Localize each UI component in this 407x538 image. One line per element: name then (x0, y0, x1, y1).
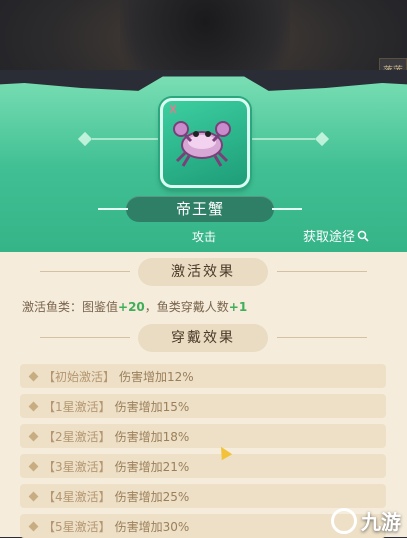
effect-row-tag: 【1星激活】 (43, 399, 111, 414)
activation-effect-title: 激活效果 (138, 258, 268, 286)
activation-stat-line: 激活鱼类：图鉴值+20，鱼类穿戴人数+1 (22, 298, 247, 315)
effect-row-desc: 伤害增加25% (114, 489, 190, 504)
effect-row-tag: 【3星激活】 (43, 459, 111, 474)
effect-row-desc: 伤害增加15% (114, 399, 190, 414)
divider-right (277, 271, 367, 272)
effect-row: 【初始激活】 伤害增加12% (20, 364, 386, 388)
effect-row-tag: 【4星激活】 (43, 489, 111, 504)
divider-right-2 (277, 337, 367, 338)
item-name: 帝王蟹 (98, 196, 302, 222)
ornament-diamond-right (314, 131, 330, 147)
effect-row-tag: 【2星激活】 (43, 429, 111, 444)
stat-mid: ，鱼类穿戴人数 (144, 300, 229, 314)
stat-prefix: 激活鱼类：图鉴值 (22, 300, 119, 314)
watermark-text: 九游 (361, 510, 401, 534)
effect-row-desc: 伤害增加21% (114, 459, 190, 474)
ornament-line-left (92, 138, 162, 140)
watermark-logo-icon (331, 507, 357, 534)
effect-row: 【4星激活】 伤害增加25% (20, 484, 386, 508)
effect-row: 【2星激活】 伤害增加18% (20, 424, 386, 448)
effect-row-tag: 【5星激活】 (43, 519, 111, 534)
divider-left (40, 271, 130, 272)
ornament-line-right (245, 138, 315, 140)
panel-body: 激活效果 激活鱼类：图鉴值+20，鱼类穿戴人数+1 穿戴效果 【初始激活】 伤害… (0, 252, 407, 538)
source-link-button[interactable]: 获取途径 (303, 226, 369, 245)
effect-row-desc: 伤害增加12% (119, 369, 194, 384)
effect-row: 【1星激活】 伤害增加15% (20, 394, 386, 418)
panel-header: x 帝王蟹 攻击 获取途径 (0, 70, 407, 252)
watermark: 九游 (331, 506, 401, 535)
diamond-bullet-icon (28, 371, 39, 381)
effect-row-desc: 伤害增加18% (114, 429, 190, 444)
item-type: 攻击 (191, 230, 216, 244)
effect-row-tag: 【初始激活】 (43, 369, 116, 384)
diamond-bullet-icon (28, 521, 39, 531)
diamond-bullet-icon (28, 431, 39, 441)
ornament-diamond-left (77, 131, 93, 147)
diamond-bullet-icon (28, 401, 39, 411)
search-icon (357, 230, 369, 242)
crab-icon (173, 121, 231, 167)
item-badge-icon: x (168, 101, 178, 117)
item-detail-panel: x 帝王蟹 攻击 获取途径 激活效果 激活鱼类：图鉴值+20，鱼类穿戴人数+1 … (0, 70, 407, 538)
stat-value-collection: +20 (118, 300, 145, 314)
diamond-bullet-icon (28, 491, 39, 501)
stat-value-wearers: +1 (228, 300, 248, 314)
divider-left-2 (40, 337, 130, 338)
effect-row-desc: 伤害增加30% (114, 519, 190, 534)
source-link-label: 获取途径 (303, 230, 356, 245)
effect-row: 【3星激活】 伤害增加21% (20, 454, 386, 478)
diamond-bullet-icon (28, 461, 39, 471)
wear-effect-title: 穿戴效果 (138, 324, 268, 352)
